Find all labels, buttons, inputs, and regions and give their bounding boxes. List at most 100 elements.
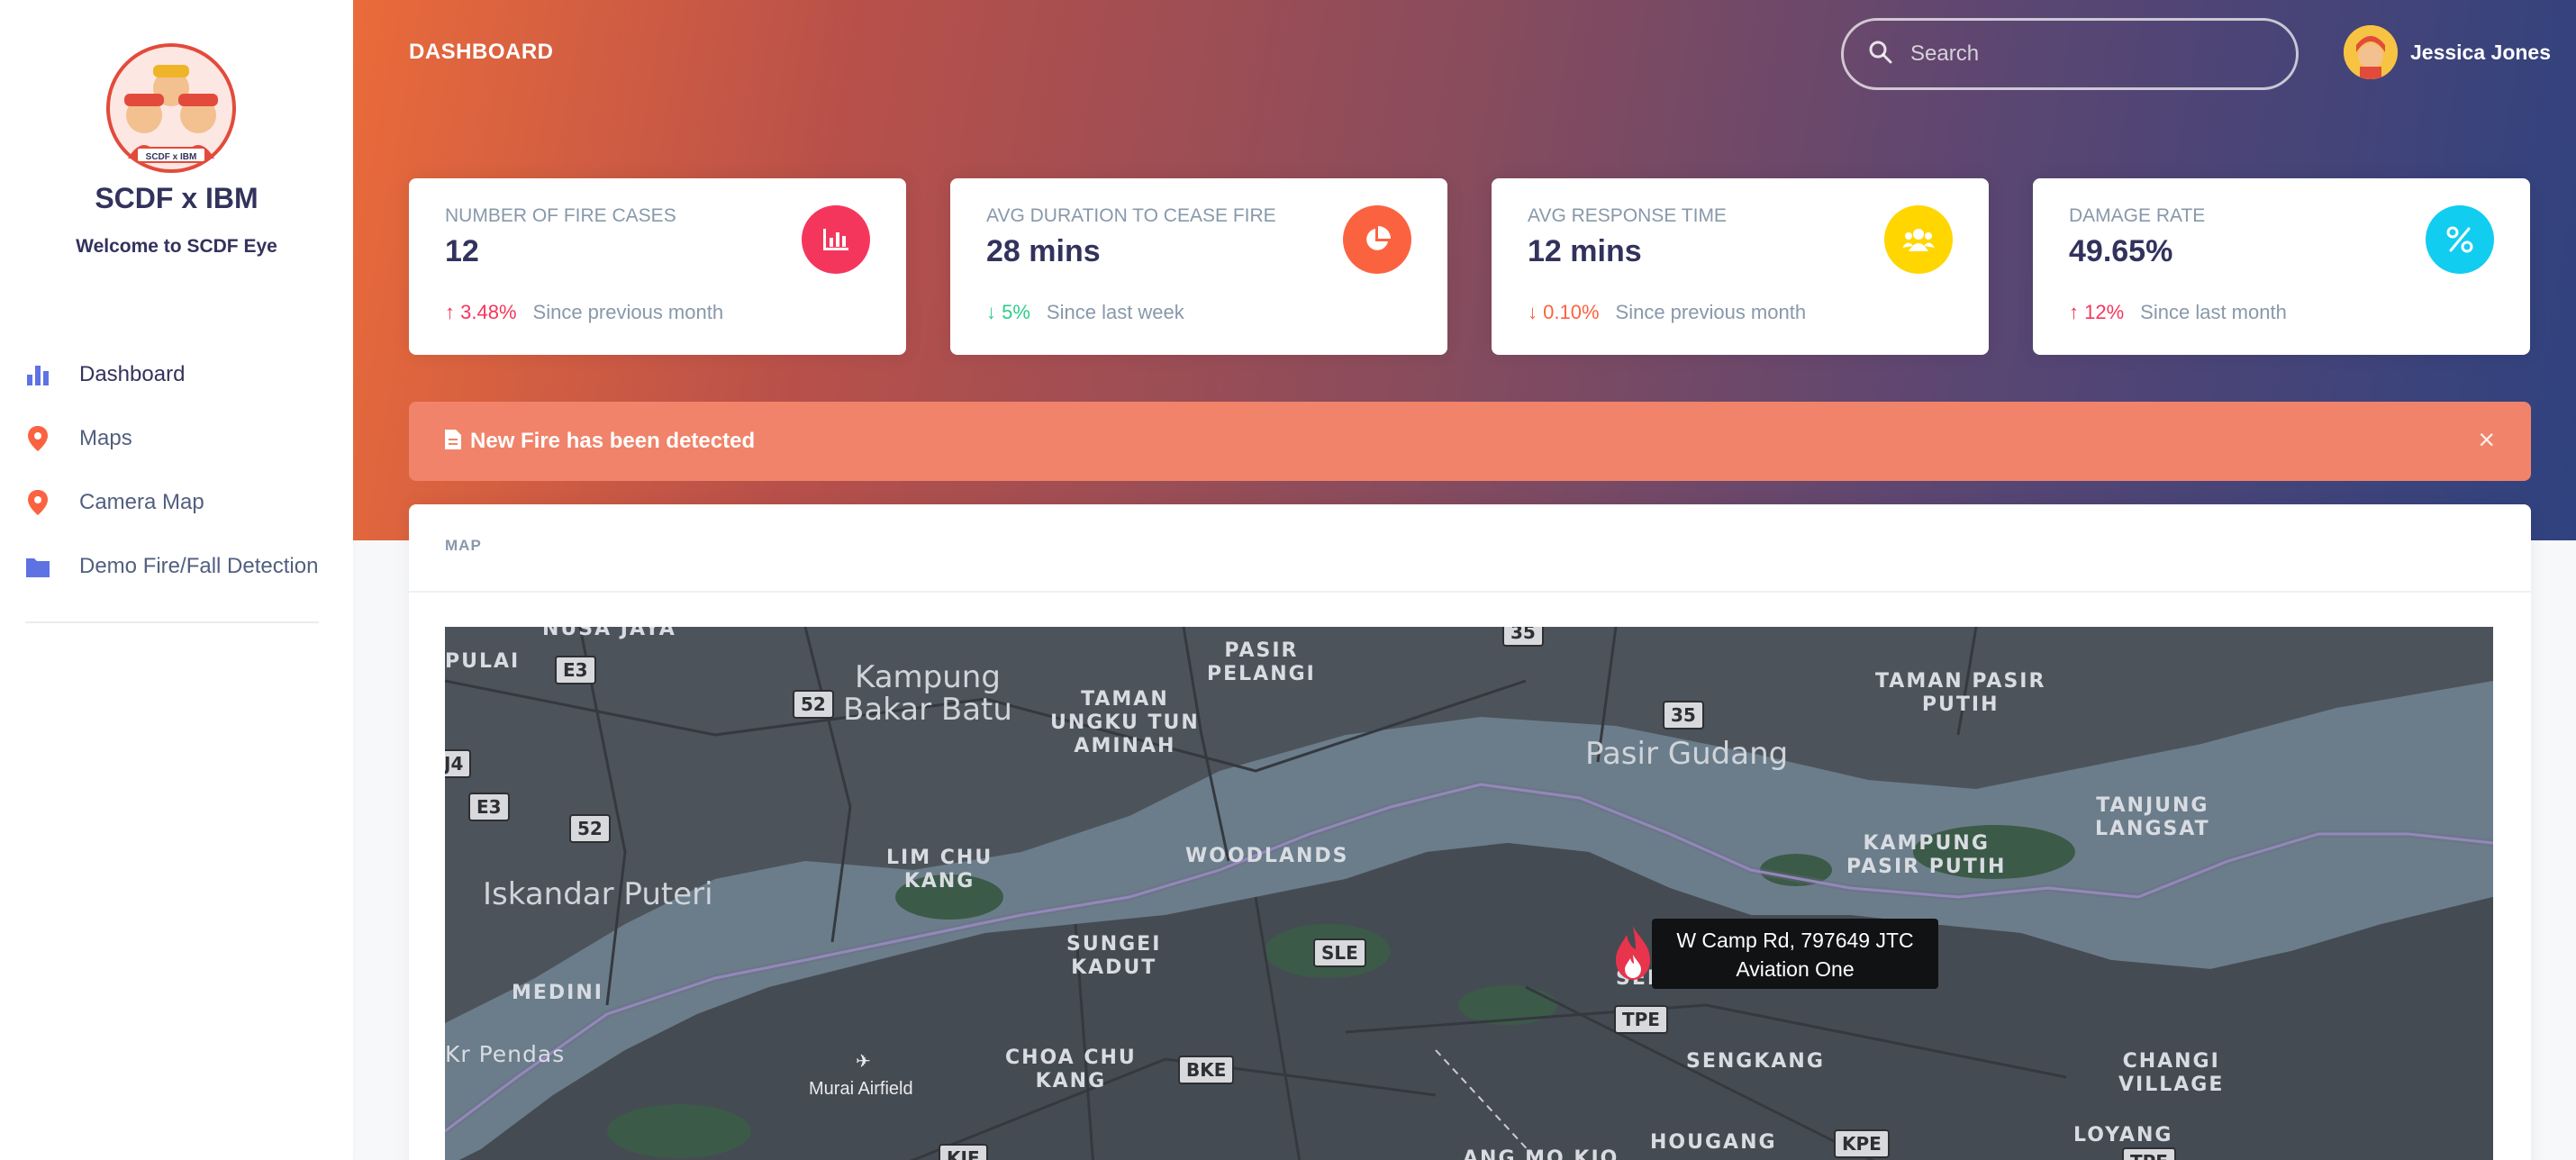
stat-card-avg-duration: AVG DURATION TO CEASE FIRE 28 mins ↓ 5% … (950, 178, 1447, 355)
map-card: MAP NUSA JAYA PULAI Kampung Bakar Batu T… (409, 504, 2531, 1160)
road-shield: TPE (1614, 1005, 1668, 1034)
bar-chart-icon (802, 205, 870, 274)
map-label-pasir-gudang: Pasir Gudang (1585, 736, 1789, 772)
document-icon (445, 429, 461, 454)
sidebar-item-dashboard[interactable]: Dashboard (25, 353, 331, 396)
map-label-taman-pasir-putih: TAMAN PASIR PUTIH (1875, 670, 2046, 716)
arrow-up-icon: ↑ (2069, 301, 2079, 323)
stat-change: ↑ 12% (2069, 301, 2124, 324)
map-label-sengkang: SENGKANG (1686, 1050, 1825, 1073)
road-shield: 52 (793, 690, 834, 719)
road-shield: 35 (1663, 701, 1704, 730)
sidebar-divider (25, 621, 319, 623)
arrow-up-icon: ↑ (445, 301, 455, 323)
sidebar-item-label: Dashboard (79, 362, 186, 386)
map-label-medini: MEDINI (512, 982, 603, 1004)
stat-value: 49.65% (2069, 234, 2173, 268)
fire-marker-icon[interactable] (1610, 924, 1655, 982)
stat-change: ↑ 3.48% (445, 301, 517, 324)
map-label-ang-mo-kio: ANG MO KIO (1463, 1147, 1619, 1160)
road-shield: KPE (1834, 1129, 1890, 1158)
sidebar-item-label: Maps (79, 426, 132, 450)
stat-change-value: 12% (2084, 301, 2125, 323)
folder-icon (25, 554, 50, 579)
map-label-pulai: PULAI (445, 650, 521, 673)
stat-title: AVG RESPONSE TIME (1528, 205, 1727, 226)
map-label-pasir-pelangi: PASIR PELANGI (1207, 639, 1316, 685)
road-shield: J4 (445, 749, 472, 778)
road-shield: E3 (555, 656, 596, 684)
road-shield: BKE (1178, 1056, 1235, 1084)
map-pin-icon (25, 426, 50, 451)
scdf-logo[interactable]: SCDF x IBM (101, 41, 241, 175)
user-menu[interactable]: Jessica Jones (2344, 25, 2551, 79)
map-label-woodlands: WOODLANDS (1185, 845, 1349, 867)
stat-change-value: 0.10% (1543, 301, 1600, 323)
map-label-kampung-bakar-batu: Kampung Bakar Batu (843, 659, 1012, 728)
avatar[interactable] (2344, 25, 2398, 79)
map-tooltip: W Camp Rd, 797649 JTC Aviation One (1652, 919, 1938, 989)
page-title[interactable]: DASHBOARD (409, 40, 554, 65)
stat-since: Since previous month (1615, 301, 1807, 323)
map-card-divider (409, 591, 2531, 593)
search-input[interactable] (1910, 41, 2271, 67)
stat-card-damage-rate: DAMAGE RATE 49.65% ↑ 12% Since last mont… (2033, 178, 2530, 355)
close-icon[interactable]: × (2478, 425, 2495, 454)
map-label-choa-chu-kang: CHOA CHU KANG (1005, 1047, 1137, 1092)
sidebar-item-label: Camera Map (79, 490, 204, 514)
welcome-text: Welcome to SCDF Eye (76, 236, 277, 257)
stat-title: NUMBER OF FIRE CASES (445, 205, 676, 226)
stat-change: ↓ 0.10% (1528, 301, 1600, 324)
map-label-tanjung-langsat: TANJUNG LANGSAT (2095, 794, 2210, 840)
map-label-sungei-kadut: SUNGEI KADUT (1066, 933, 1162, 979)
stat-title: AVG DURATION TO CEASE FIRE (986, 205, 1276, 226)
search-icon (1869, 41, 1892, 68)
sidebar-item-demo-detection[interactable]: Demo Fire/Fall Detection (25, 545, 331, 588)
map-label-lim-chu-kang: LIM CHU KANG (886, 847, 993, 893)
map-label-murai-airfield: Murai Airfield (809, 1079, 913, 1099)
map-label-iskandar-puteri: Iskandar Puteri (483, 876, 713, 912)
bar-chart-icon (25, 362, 50, 387)
map-label-loyang: LOYANG (2073, 1124, 2173, 1146)
user-name[interactable]: Jessica Jones (2410, 41, 2551, 65)
search-box[interactable] (1841, 18, 2299, 90)
stat-card-fire-cases: NUMBER OF FIRE CASES 12 ↑ 3.48% Since pr… (409, 178, 906, 355)
map-card-title: MAP (445, 537, 482, 554)
tooltip-line-2: Aviation One (1736, 957, 1855, 981)
airfield-icon: ✈ (856, 1052, 871, 1072)
tooltip-line-1: W Camp Rd, 797649 JTC (1676, 929, 1914, 952)
sidebar-item-maps[interactable]: Maps (25, 417, 331, 460)
road-shield: 35 (1502, 627, 1544, 647)
stat-change-value: 3.48% (460, 301, 517, 323)
map-label-kr-pendas: Kr Pendas (445, 1041, 566, 1067)
stat-change: ↓ 5% (986, 301, 1030, 324)
map-label-nusa-jaya: NUSA JAYA (542, 627, 676, 640)
stat-since: Since last month (2140, 301, 2287, 323)
alert-text: New Fire has been detected (470, 429, 756, 453)
map-label-kampung-pasir-putih: KAMPUNG PASIR PUTIH (1846, 832, 2007, 878)
arrow-down-icon: ↓ (1528, 301, 1537, 323)
stat-title: DAMAGE RATE (2069, 205, 2206, 226)
pie-chart-icon (1343, 205, 1411, 274)
stat-value: 12 mins (1528, 234, 1642, 268)
brand-title: SCDF x IBM (95, 182, 259, 214)
sidebar: SCDF x IBM SCDF x IBM Welcome to SCDF Ey… (0, 0, 353, 1160)
sidebar-item-camera-map[interactable]: Camera Map (25, 481, 331, 524)
percent-icon (2426, 205, 2494, 274)
road-shield: E3 (468, 793, 510, 821)
map-label-hougang: HOUGANG (1650, 1131, 1777, 1154)
road-shield: 52 (569, 814, 611, 843)
arrow-down-icon: ↓ (986, 301, 996, 323)
stat-value: 28 mins (986, 234, 1101, 268)
map-pin-icon (25, 490, 50, 515)
fire-alert: New Fire has been detected × (409, 402, 2531, 481)
stat-since: Since last week (1046, 301, 1184, 323)
road-shield: KJE (939, 1144, 988, 1160)
users-icon (1884, 205, 1953, 274)
svg-text:SCDF x IBM: SCDF x IBM (146, 152, 197, 162)
map-view[interactable]: NUSA JAYA PULAI Kampung Bakar Batu TAMAN… (445, 627, 2493, 1160)
road-shield: TPE (2122, 1147, 2176, 1160)
stat-card-avg-response: AVG RESPONSE TIME 12 mins ↓ 0.10% Since … (1492, 178, 1989, 355)
stat-value: 12 (445, 234, 479, 268)
sidebar-item-label: Demo Fire/Fall Detection (79, 554, 319, 578)
